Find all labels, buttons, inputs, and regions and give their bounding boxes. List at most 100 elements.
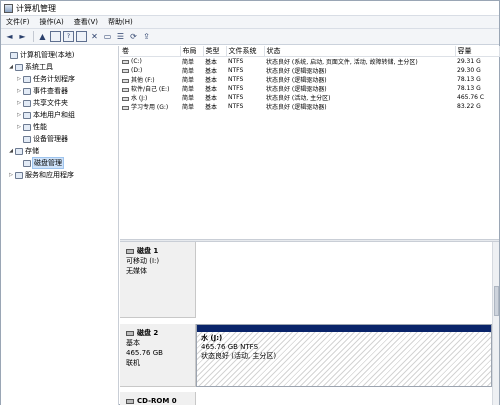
column-header-capacity[interactable]: 容量 xyxy=(455,46,500,57)
volume-cell-text: NTFS xyxy=(228,103,244,110)
volume-cell: 状态良好 (逻辑驱动器) xyxy=(264,84,455,93)
menu-help[interactable]: 帮助(H) xyxy=(103,17,138,27)
tree-expander-icon[interactable]: ▷ xyxy=(16,76,22,82)
partition-size: 465.76 GB NTFS xyxy=(201,343,259,351)
tree-node-icon xyxy=(23,99,31,107)
volume-cell-text: NTFS xyxy=(228,58,244,65)
tree-expander-icon[interactable]: ▷ xyxy=(16,88,22,94)
volume-cell: (C:) xyxy=(120,57,180,67)
volume-cell: 29.31 G xyxy=(455,57,499,67)
column-header-status[interactable]: 状态 xyxy=(264,46,456,57)
tree-node-icon xyxy=(23,75,31,83)
volume-cell: 83.22 G xyxy=(455,102,499,111)
volume-cell-text: 简单 xyxy=(182,77,195,84)
disk-layout-pane: 磁盘 1 可移动 (I:) 无媒体 磁盘 2 基本 465.76 GB 联机 水… xyxy=(120,242,492,405)
menu-file[interactable]: 文件(F) xyxy=(1,17,35,27)
forward-icon[interactable]: ► xyxy=(17,31,28,42)
volume-row[interactable]: 软件/自己 (E:) 简单 基本 NTFS 状态良好 (逻辑驱动器) 78.13 G xyxy=(120,84,499,93)
partition-j[interactable]: 水 (J:) 465.76 GB NTFS 状态良好 (活动, 主分区) xyxy=(196,324,492,387)
volume-cell: NTFS xyxy=(226,84,264,93)
tree-node-icon xyxy=(23,135,31,143)
volume-cell: NTFS xyxy=(226,102,264,111)
volume-row[interactable]: (C:) 简单 基本 NTFS 状态良好 (系统, 启动, 页面文件, 活动, 故障转储… xyxy=(120,57,499,67)
tree-node-icon xyxy=(23,111,31,119)
volume-cell: NTFS xyxy=(226,57,264,67)
tree-item[interactable]: 计算机管理(本地) xyxy=(3,50,74,60)
volume-icon xyxy=(122,78,129,83)
volume-list-pane: 卷 布局 类型 文件系统 状态 容量 (C:) 简单 基本 NTFS 状态良好 (系统,… xyxy=(120,46,500,239)
volume-cell: 水 (J:) xyxy=(120,93,180,102)
up-folder-icon[interactable]: ▲ xyxy=(37,31,48,42)
title-bar: 计算机管理 xyxy=(1,1,499,16)
export-list-icon[interactable]: ⇪ xyxy=(141,31,152,42)
volume-cell: 其他 (F:) xyxy=(120,75,180,84)
toolbar: ◄ ► ▲ ? ✕ ▭ ☰ ⟳ ⇪ xyxy=(1,29,499,45)
volume-cell-text: (D:) xyxy=(131,67,143,74)
tree-item[interactable]: ▷ 性能 xyxy=(16,122,47,132)
volume-cell-text: 简单 xyxy=(182,68,195,75)
volume-cell: 软件/自己 (E:) xyxy=(120,84,180,93)
volume-icon xyxy=(122,68,129,73)
volume-row[interactable]: 水 (J:) 简单 基本 NTFS 状态良好 (活动, 主分区) 465.76 C xyxy=(120,93,499,102)
tree-expander-icon[interactable]: ▷ xyxy=(16,112,22,118)
show-hide-action-pane-icon[interactable] xyxy=(76,31,87,42)
tree-item[interactable]: ▷ 任务计划程序 xyxy=(16,74,75,84)
cdrom-0-info[interactable]: CD-ROM 0 xyxy=(120,392,196,405)
disk-pane-scrollbar[interactable] xyxy=(492,242,499,405)
volume-cell-text: 状态良好 (逻辑驱动器) xyxy=(266,104,327,111)
column-header-volume[interactable]: 卷 xyxy=(120,46,181,57)
volume-cell-text: (C:) xyxy=(131,58,142,65)
disk-1-info[interactable]: 磁盘 1 可移动 (I:) 无媒体 xyxy=(120,242,196,318)
volume-cell-text: 简单 xyxy=(182,104,195,111)
disk-name: 磁盘 2 xyxy=(137,329,159,337)
tree-expander-icon[interactable]: ◢ xyxy=(8,64,14,70)
volume-cell: 状态良好 (逻辑驱动器) xyxy=(264,102,455,111)
properties-icon[interactable]: ☰ xyxy=(115,31,126,42)
volume-cell: 29.30 G xyxy=(455,66,499,75)
volume-cell-text: 基本 xyxy=(205,86,218,93)
volume-icon xyxy=(122,96,129,101)
refresh-icon[interactable]: ⟳ xyxy=(128,31,139,42)
menu-action[interactable]: 操作(A) xyxy=(35,17,69,27)
menu-view[interactable]: 查看(V) xyxy=(69,17,103,27)
disk-2-info[interactable]: 磁盘 2 基本 465.76 GB 联机 xyxy=(120,324,196,387)
back-icon[interactable]: ◄ xyxy=(4,31,15,42)
tree-item-label: 系统工具 xyxy=(25,63,53,71)
tree-item[interactable]: ◢ 存储 xyxy=(8,146,39,156)
tree-item[interactable]: ▷ 事件查看器 xyxy=(16,86,68,96)
tree-expander-icon[interactable]: ▷ xyxy=(8,172,14,178)
volume-cell-text: 465.76 C xyxy=(457,94,485,101)
column-header-layout[interactable]: 布局 xyxy=(180,46,204,57)
volume-cell: 状态良好 (逻辑驱动器) xyxy=(264,66,455,75)
delete-icon[interactable]: ✕ xyxy=(89,31,100,42)
tree-item[interactable]: ▷ 服务和应用程序 xyxy=(8,170,74,180)
volume-row[interactable]: (D:) 简单 基本 NTFS 状态良好 (逻辑驱动器) 29.30 G xyxy=(120,66,499,75)
volume-cell-text: NTFS xyxy=(228,94,244,101)
scrollbar-thumb[interactable] xyxy=(494,286,499,316)
volume-cell-text: 学习专用 (G:) xyxy=(131,104,169,111)
volume-row[interactable]: 其他 (F:) 简单 基本 NTFS 状态良好 (逻辑驱动器) 78.13 G xyxy=(120,75,499,84)
tree-item[interactable]: ◢ 系统工具 xyxy=(8,62,53,72)
new-window-icon[interactable]: ▭ xyxy=(102,31,113,42)
volume-table-header: 卷 布局 类型 文件系统 状态 容量 xyxy=(120,46,500,57)
tree-expander-icon[interactable]: ◢ xyxy=(8,148,14,154)
column-header-filesystem[interactable]: 文件系统 xyxy=(226,46,265,57)
volume-cell: 基本 xyxy=(203,93,226,102)
volume-cell: NTFS xyxy=(226,75,264,84)
volume-cell: 简单 xyxy=(180,75,203,84)
disk-icon xyxy=(126,248,134,254)
tree-item[interactable]: ▷ 本地用户和组 xyxy=(16,110,75,120)
tree-expander-icon[interactable]: ▷ xyxy=(16,124,22,130)
volume-row[interactable]: 学习专用 (G:) 简单 基本 NTFS 状态良好 (逻辑驱动器) 83.22 G xyxy=(120,102,499,111)
volume-cell-text: 78.13 G xyxy=(457,76,481,83)
tree-item[interactable]: 设备管理器 xyxy=(16,134,68,144)
help-icon[interactable]: ? xyxy=(63,31,74,42)
tree-node-icon xyxy=(10,51,18,59)
volume-cell-text: 简单 xyxy=(182,59,195,66)
volume-cell: 状态良好 (系统, 启动, 页面文件, 活动, 故障转储, 主分区) xyxy=(264,57,455,66)
tree-expander-icon[interactable]: ▷ xyxy=(16,100,22,106)
column-header-type[interactable]: 类型 xyxy=(203,46,227,57)
console-tree-icon[interactable] xyxy=(50,31,61,42)
tree-item[interactable]: 磁盘管理 xyxy=(16,157,64,169)
tree-item[interactable]: ▷ 共享文件夹 xyxy=(16,98,68,108)
